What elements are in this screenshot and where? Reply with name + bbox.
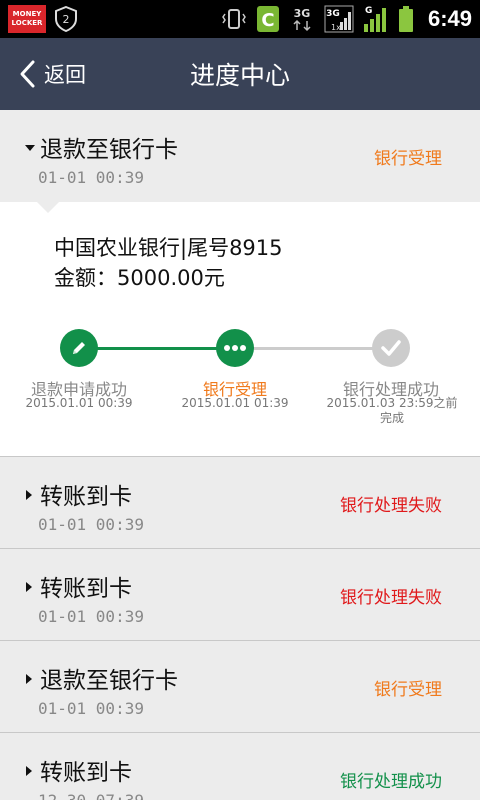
step-3-date: 2015.01.03 23:59之前完成	[326, 396, 458, 425]
svg-text:1x: 1x	[331, 23, 341, 32]
check-icon	[381, 340, 401, 356]
shield-icon: 2	[54, 5, 78, 33]
item-status: 银行处理失败	[340, 496, 442, 516]
data-transfer-icon: 3G	[288, 5, 316, 33]
svg-text:2: 2	[63, 13, 70, 26]
expanded-item-header[interactable]: 退款至银行卡 01-01 00:39 银行受理	[0, 110, 480, 202]
svg-text:C: C	[261, 10, 274, 31]
bank-card-info: 中国农业银行|尾号8915	[54, 236, 283, 260]
list-item[interactable]: 转账到卡 01-01 00:39 银行处理失败	[0, 457, 480, 549]
progress-track-pending	[236, 347, 390, 350]
item-date: 12-30 07:39	[24, 791, 144, 800]
svg-text:3G: 3G	[294, 7, 311, 20]
item-status: 银行受理	[374, 680, 442, 700]
item-date: 01-01 00:39	[38, 699, 144, 718]
signal-bars-icon: G	[362, 4, 390, 34]
item-status: 银行受理	[374, 149, 442, 169]
caret-right-icon	[24, 757, 34, 783]
step-2-date: 2015.01.01 01:39	[181, 396, 289, 410]
pencil-icon	[73, 342, 85, 354]
item-title: 转账到卡	[40, 576, 132, 602]
step-pending-circle	[372, 329, 410, 367]
item-date: 01-01 00:39	[38, 607, 144, 626]
list-item[interactable]: 转账到卡 12-30 07:39 银行处理成功	[0, 733, 480, 800]
chevron-left-icon	[20, 60, 35, 88]
step-current-circle	[216, 329, 254, 367]
step-1-date: 2015.01.01 00:39	[25, 396, 133, 410]
progress-track-done	[78, 347, 236, 350]
list-item[interactable]: 退款至银行卡 01-01 00:39 银行受理	[0, 641, 480, 733]
item-status: 银行处理失败	[340, 588, 442, 608]
progress-list: 退款至银行卡 01-01 00:39 银行受理 中国农业银行|尾号8915 金额…	[0, 110, 480, 800]
status-bar: MONEY LOCKER 2 C 3G 3G 1x G 6:49	[0, 0, 480, 38]
item-title: 退款至银行卡	[40, 668, 178, 694]
caret-down-icon	[24, 134, 35, 160]
svg-text:G: G	[365, 6, 372, 16]
caret-right-icon	[24, 573, 34, 599]
step-done-circle	[60, 329, 98, 367]
money-locker-logo: MONEY LOCKER	[8, 5, 46, 33]
svg-text:3G: 3G	[326, 9, 340, 19]
back-label: 返回	[44, 63, 86, 87]
vibrate-icon	[220, 8, 248, 30]
item-title: 转账到卡	[40, 760, 132, 786]
back-button[interactable]: 返回	[0, 38, 86, 110]
item-status: 银行处理成功	[340, 772, 442, 792]
list-item[interactable]: 转账到卡 01-01 00:39 银行处理失败	[0, 549, 480, 641]
expanded-detail-panel: 中国农业银行|尾号8915 金额：5000.00元 退款申请成功 2015.01…	[0, 201, 480, 456]
app-c-icon: C	[256, 5, 280, 33]
item-date: 01-01 00:39	[38, 168, 144, 187]
nav-bar: 返回 进度中心	[0, 38, 480, 110]
status-time: 6:49	[427, 6, 472, 31]
signal-3g-icon: 3G 1x	[324, 4, 354, 34]
caret-right-icon	[24, 481, 34, 507]
item-date: 01-01 00:39	[38, 515, 144, 534]
amount-info: 金额：5000.00元	[54, 266, 225, 290]
more-dots-icon	[224, 345, 246, 351]
item-title: 转账到卡	[40, 484, 132, 510]
battery-icon	[398, 5, 414, 33]
panel-notch	[36, 201, 60, 213]
item-title: 退款至银行卡	[40, 137, 178, 163]
caret-right-icon	[24, 665, 34, 691]
